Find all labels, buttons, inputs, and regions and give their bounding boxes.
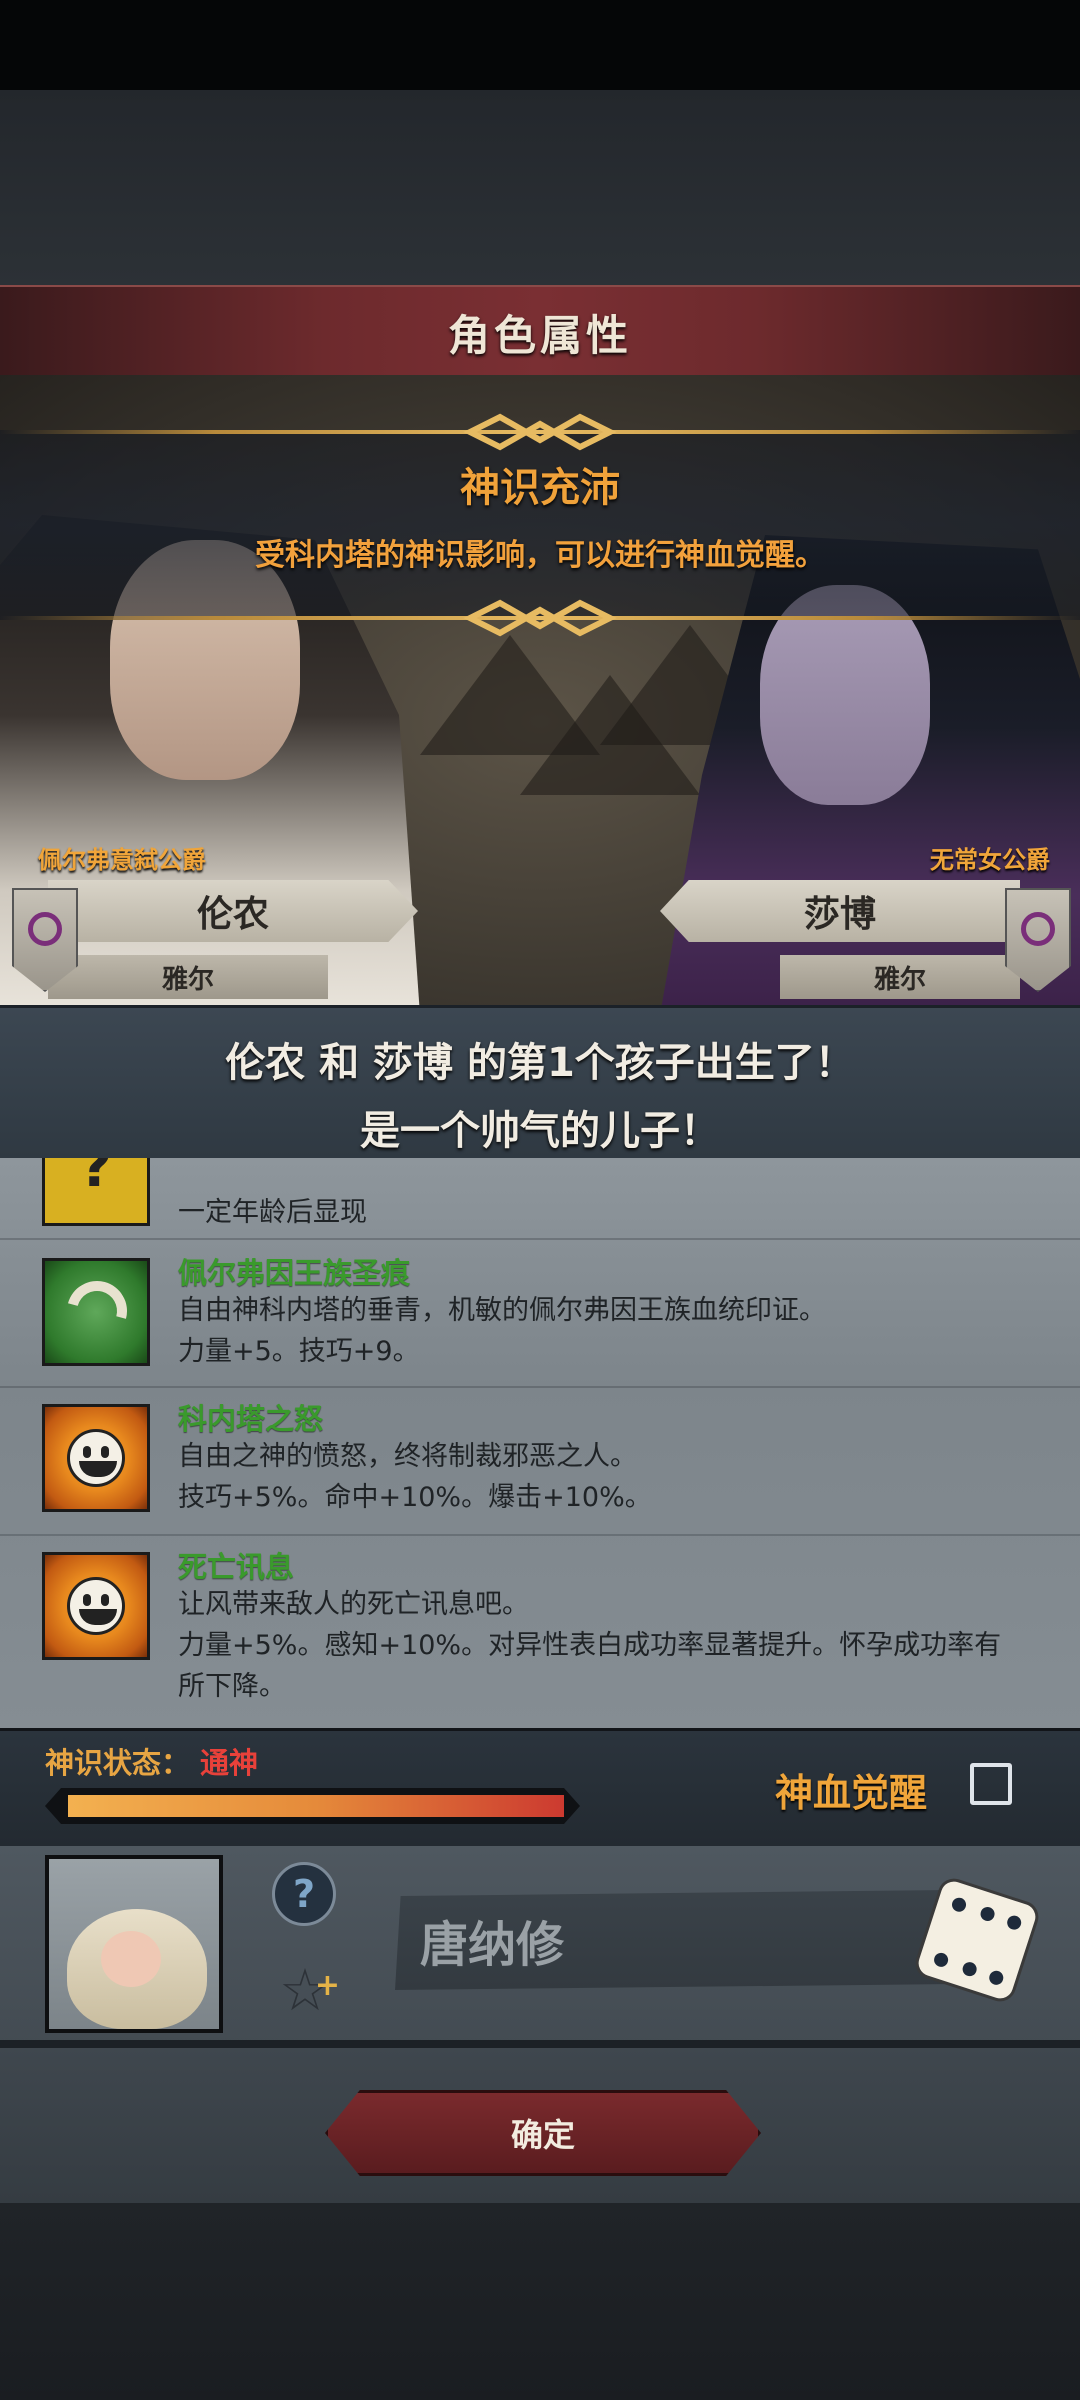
ornament-knot-icon — [463, 599, 617, 637]
trait-item[interactable]: ? 一定年龄后显现 — [0, 1158, 1080, 1240]
question-icon: ? — [42, 1158, 150, 1226]
smiley-sun-icon — [42, 1552, 150, 1660]
birth-message-line2: 是一个帅气的儿子！ — [360, 1108, 720, 1154]
trait-item[interactable]: 死亡讯息 让风带来敌人的死亡讯息吧。 力量+5%。感知+10%。对异性表白成功率… — [0, 1536, 1080, 1726]
add-favorite-button[interactable]: ☆ + — [270, 1955, 340, 2025]
banner-title: 神识充沛 — [460, 465, 620, 511]
plus-icon: + — [314, 1968, 340, 2003]
divine-status-label: 神识状态： — [45, 1746, 191, 1780]
trait-effect: 技巧+5%。命中+10%。爆击+10%。 — [178, 1482, 652, 1513]
status-bar-area — [0, 0, 1080, 90]
confirm-button[interactable]: 确定 — [325, 2090, 761, 2176]
help-button[interactable]: ? — [272, 1862, 336, 1926]
divine-status-bar-fill — [68, 1795, 564, 1817]
confirm-label: 确定 — [510, 2116, 575, 2154]
trait-desc: 自由之神的愤怒，终将制裁邪恶之人。 — [178, 1441, 637, 1472]
father-name: 伦农 — [196, 894, 269, 935]
smiley-sun-icon — [42, 1404, 150, 1512]
father-house: 雅尔 — [161, 964, 214, 995]
birth-message: 伦农 和 莎博 的第1个孩子出生了！ 是一个帅气的儿子！ — [0, 1005, 1080, 1161]
mother-house-plate: 雅尔 — [780, 955, 1020, 999]
panel-title: 角色属性 — [447, 310, 632, 360]
trait-list[interactable]: ? 一定年龄后显现 佩尔弗因王族圣痕 自由神科内塔的垂青，机敏的佩尔弗因王族血统… — [0, 1158, 1080, 1728]
trait-name: 科内塔之怒 — [178, 1402, 324, 1436]
father-name-plate[interactable]: 伦农 — [48, 880, 418, 942]
trait-effect: 力量+5。技巧+9。 — [178, 1336, 420, 1367]
royal-crest-icon — [42, 1258, 150, 1366]
top-background — [0, 90, 1080, 285]
mother-rank: 无常女公爵 — [930, 846, 1050, 874]
child-avatar[interactable] — [45, 1855, 223, 2033]
trait-item[interactable]: 佩尔弗因王族圣痕 自由神科内塔的垂青，机敏的佩尔弗因王族血统印证。 力量+5。技… — [0, 1240, 1080, 1388]
panel-title-band: 角色属性 — [0, 285, 1080, 379]
trait-desc: 自由神科内塔的垂青，机敏的佩尔弗因王族血统印证。 — [178, 1295, 826, 1326]
child-name-input[interactable] — [395, 1890, 955, 1990]
awaken-checkbox[interactable] — [970, 1763, 1012, 1805]
question-icon: ? — [292, 1872, 316, 1916]
father-rank: 佩尔弗意弑公爵 — [38, 846, 206, 874]
ornament-knot-icon — [463, 413, 617, 451]
divider — [0, 2040, 1080, 2048]
mother-name: 莎博 — [803, 894, 876, 935]
trait-name: 佩尔弗因王族圣痕 — [178, 1256, 411, 1290]
mother-house: 雅尔 — [873, 964, 926, 995]
banner-subtitle: 受科内塔的神识影响，可以进行神血觉醒。 — [255, 538, 825, 573]
trait-name: 死亡讯息 — [178, 1550, 295, 1584]
awaken-label[interactable]: 神血觉醒 — [775, 1762, 927, 1817]
father-house-plate: 雅尔 — [48, 955, 328, 999]
trait-effect-cont: 所下降。 — [178, 1671, 286, 1702]
trait-effect: 力量+5%。感知+10%。对异性表白成功率显著提升。怀孕成功率有 — [178, 1630, 1002, 1661]
trait-desc: 让风带来敌人的死亡讯息吧。 — [178, 1589, 529, 1620]
divine-status-value: 通神 — [200, 1746, 259, 1780]
trait-desc: 一定年龄后显现 — [178, 1197, 367, 1228]
mother-name-plate[interactable]: 莎博 — [660, 880, 1020, 942]
trait-item[interactable]: 科内塔之怒 自由之神的愤怒，终将制裁邪恶之人。 技巧+5%。命中+10%。爆击+… — [0, 1388, 1080, 1536]
birth-message-line1: 伦农 和 莎博 的第1个孩子出生了！ — [225, 1040, 855, 1086]
bottom-background — [0, 2203, 1080, 2400]
